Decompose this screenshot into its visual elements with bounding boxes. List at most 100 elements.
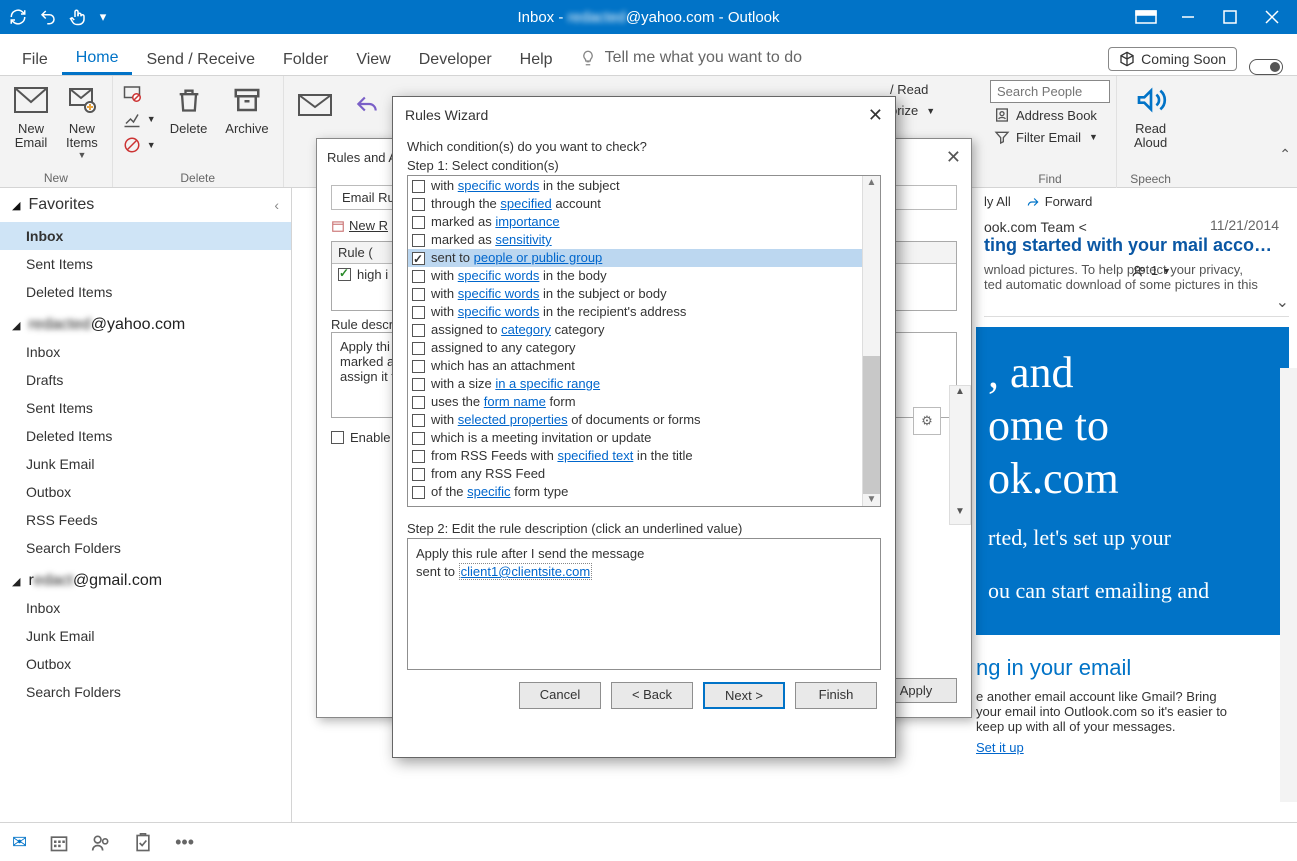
condition-link[interactable]: category [501, 322, 551, 337]
nav-item-inbox[interactable]: Inbox [0, 594, 291, 622]
more-modules-icon[interactable]: ••• [175, 832, 194, 853]
sync-icon[interactable] [4, 3, 32, 31]
condition-checkbox[interactable] [412, 486, 425, 499]
filter-email-button[interactable]: Filter Email▼ [990, 127, 1110, 147]
tab-send-receive[interactable]: Send / Receive [132, 43, 269, 75]
condition-checkbox[interactable] [412, 306, 425, 319]
condition-link[interactable]: specified [500, 196, 551, 211]
nav-item-junk-email[interactable]: Junk Email [0, 622, 291, 650]
condition-link[interactable]: specific words [458, 286, 540, 301]
condition-checkbox[interactable] [412, 234, 425, 247]
tell-me[interactable]: Tell me what you want to do [579, 41, 802, 75]
favorites-header[interactable]: ◢Favorites ‹ [0, 188, 291, 222]
tab-view[interactable]: View [342, 43, 404, 75]
nav-item-search-folders[interactable]: Search Folders [0, 534, 291, 562]
nav-item-rss-feeds[interactable]: RSS Feeds [0, 506, 291, 534]
archive-button[interactable]: Archive [217, 78, 276, 140]
condition-link[interactable]: specific words [458, 304, 540, 319]
condition-checkbox[interactable] [412, 450, 425, 463]
condition-checkbox[interactable] [412, 378, 425, 391]
condition-link[interactable]: specified text [557, 448, 633, 463]
calendar-module-icon[interactable] [49, 833, 69, 853]
expand-icon[interactable]: ⌄ [984, 292, 1289, 312]
tab-file[interactable]: File [8, 43, 62, 75]
nav-item-sent-items[interactable]: Sent Items [0, 394, 291, 422]
condition-link[interactable]: sensitivity [495, 232, 551, 247]
condition-row[interactable]: with specific words in the subject or bo… [408, 285, 880, 303]
account2-header[interactable]: ◢redact@gmail.com [0, 562, 291, 594]
nav-item-junk-email[interactable]: Junk Email [0, 450, 291, 478]
nav-item-inbox[interactable]: Inbox [0, 222, 291, 250]
new-items-button[interactable]: New Items ▼ [58, 78, 106, 164]
delete-button[interactable]: Delete [162, 78, 216, 140]
condition-link[interactable]: selected properties [458, 412, 568, 427]
condition-link[interactable]: specific words [458, 268, 540, 283]
condition-checkbox[interactable] [412, 432, 425, 445]
condition-row[interactable]: with selected properties of documents or… [408, 411, 880, 429]
condition-checkbox[interactable] [412, 414, 425, 427]
condition-checkbox[interactable] [412, 324, 425, 337]
nav-item-deleted-items[interactable]: Deleted Items [0, 422, 291, 450]
account1-header[interactable]: ◢redacted@yahoo.com [0, 306, 291, 338]
reply-all-button[interactable]: ly All [984, 194, 1011, 209]
condition-row[interactable]: assigned to category category [408, 321, 880, 339]
read-aloud-button[interactable]: Read Aloud [1126, 78, 1175, 154]
wizard-close-icon[interactable]: ✕ [868, 105, 883, 126]
set-it-up-link[interactable]: Set it up [976, 740, 1289, 755]
condition-link[interactable]: importance [495, 214, 559, 229]
reply-button-partial[interactable] [290, 82, 340, 126]
condition-checkbox[interactable] [412, 360, 425, 373]
rules-scrollbar[interactable]: ▲▼ [949, 385, 971, 525]
new-email-button[interactable]: New Email [6, 78, 56, 154]
conditions-scrollbar[interactable]: ▲▼ [862, 176, 880, 506]
condition-row[interactable]: sent to people or public group [408, 249, 880, 267]
nav-item-search-folders[interactable]: Search Folders [0, 678, 291, 706]
qat-customize-icon[interactable]: ▾ [94, 3, 112, 31]
condition-row[interactable]: with specific words in the body [408, 267, 880, 285]
rules-dialog-close-icon[interactable]: ✕ [946, 147, 961, 168]
tab-help[interactable]: Help [506, 43, 567, 75]
coming-soon-toggle[interactable] [1249, 59, 1283, 75]
tasks-module-icon[interactable] [133, 833, 153, 853]
condition-row[interactable]: marked as sensitivity [408, 231, 880, 249]
condition-checkbox[interactable] [412, 252, 425, 265]
wizard-next-button[interactable]: Next > [703, 682, 785, 709]
condition-checkbox[interactable] [412, 396, 425, 409]
minimize-icon[interactable] [1167, 0, 1209, 34]
condition-checkbox[interactable] [412, 198, 425, 211]
tab-home[interactable]: Home [62, 41, 133, 75]
mail-module-icon[interactable]: ✉ [12, 832, 27, 853]
search-people-input[interactable] [990, 80, 1110, 103]
condition-link[interactable]: in a specific range [495, 376, 600, 391]
touch-icon[interactable] [64, 3, 92, 31]
coming-soon-button[interactable]: Coming Soon [1108, 47, 1237, 71]
nav-item-deleted-items[interactable]: Deleted Items [0, 278, 291, 306]
rule-checkbox[interactable]: ✓ [338, 268, 351, 281]
junk-icon[interactable]: ▼ [119, 134, 160, 156]
reading-scrollbar[interactable] [1280, 368, 1297, 802]
undo-icon[interactable] [34, 3, 62, 31]
condition-row[interactable]: assigned to any category [408, 339, 880, 357]
new-rule-button[interactable]: New R [331, 218, 388, 233]
maximize-icon[interactable] [1209, 0, 1251, 34]
ribbon-options-icon[interactable] [1125, 0, 1167, 34]
wizard-finish-button[interactable]: Finish [795, 682, 877, 709]
condition-row[interactable]: marked as importance [408, 213, 880, 231]
close-icon[interactable] [1251, 0, 1293, 34]
nav-item-inbox[interactable]: Inbox [0, 338, 291, 366]
condition-link[interactable]: people or public group [474, 250, 603, 265]
cleanup-icon[interactable]: ▼ [119, 108, 160, 130]
condition-checkbox[interactable] [412, 180, 425, 193]
condition-link[interactable]: specific words [458, 178, 540, 193]
condition-row[interactable]: through the specified account [408, 195, 880, 213]
nav-item-sent-items[interactable]: Sent Items [0, 250, 291, 278]
condition-row[interactable]: which has an attachment [408, 357, 880, 375]
people-module-icon[interactable] [91, 833, 111, 853]
condition-row[interactable]: from any RSS Feed [408, 465, 880, 483]
condition-row[interactable]: which is a meeting invitation or update [408, 429, 880, 447]
condition-row[interactable]: with specific words in the recipient's a… [408, 303, 880, 321]
forward-button[interactable]: Forward [1025, 194, 1093, 209]
condition-link[interactable]: specific [467, 484, 510, 499]
wizard-cancel-button[interactable]: Cancel [519, 682, 601, 709]
condition-checkbox[interactable] [412, 216, 425, 229]
